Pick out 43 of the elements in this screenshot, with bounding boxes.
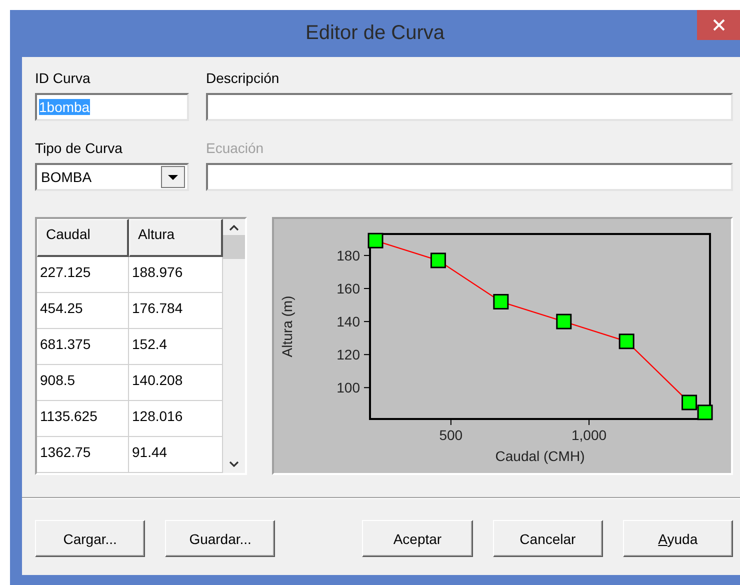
scrollbar-thumb[interactable] [223, 235, 245, 259]
scroll-down-icon[interactable] [229, 461, 239, 467]
data-point [556, 314, 572, 330]
table-cell[interactable]: 681.375 [37, 329, 129, 365]
dropdown-button[interactable] [161, 166, 185, 188]
x-tick-label: 1,000 [572, 427, 607, 443]
table-cell[interactable]: 908.5 [37, 365, 129, 401]
data-point [618, 334, 634, 350]
close-icon [712, 19, 724, 31]
table-cell[interactable]: 1135.625 [37, 401, 129, 437]
x-axis-label: Caudal (CMH) [495, 448, 585, 464]
data-point [430, 252, 446, 268]
y-tick-label: 120 [336, 346, 360, 363]
table-cell[interactable]: 1362.75 [37, 437, 129, 473]
field-label: Descripción [206, 69, 280, 88]
column-header[interactable]: Altura [129, 219, 223, 257]
file-button[interactable]: Guardar... [165, 520, 276, 557]
column-header[interactable]: Caudal [37, 219, 129, 257]
type-dropdown[interactable]: BOMBA [35, 163, 189, 191]
data-point [697, 404, 713, 420]
table-cell[interactable]: 454.25 [37, 293, 129, 329]
x-tick-label: 500 [439, 427, 463, 443]
y-tick-label: 140 [336, 314, 360, 330]
description-field[interactable] [206, 93, 733, 121]
dialog-button[interactable]: Aceptar [362, 520, 473, 557]
dialog-button[interactable]: Ayuda [622, 520, 734, 557]
data-point [368, 232, 384, 248]
window-title: Editor de Curva [306, 22, 444, 45]
scroll-up-icon[interactable] [229, 225, 239, 231]
y-tick-label: 160 [336, 280, 360, 296]
y-axis-label: Altura (m) [279, 296, 295, 358]
dialog-button[interactable]: Cancelar [492, 520, 603, 557]
field-label: Tipo de Curva [35, 139, 124, 158]
file-button[interactable]: Cargar... [35, 520, 146, 557]
data-point [493, 294, 509, 310]
field-label: ID Curva [35, 69, 92, 88]
table-cell[interactable]: 227.125 [37, 257, 129, 293]
close-button[interactable] [697, 10, 740, 40]
y-tick-label: 100 [336, 380, 360, 396]
data-point [682, 394, 698, 410]
caret-icon [168, 174, 178, 180]
y-tick-label: 180 [336, 247, 360, 264]
field-label: Ecuación [206, 139, 265, 158]
